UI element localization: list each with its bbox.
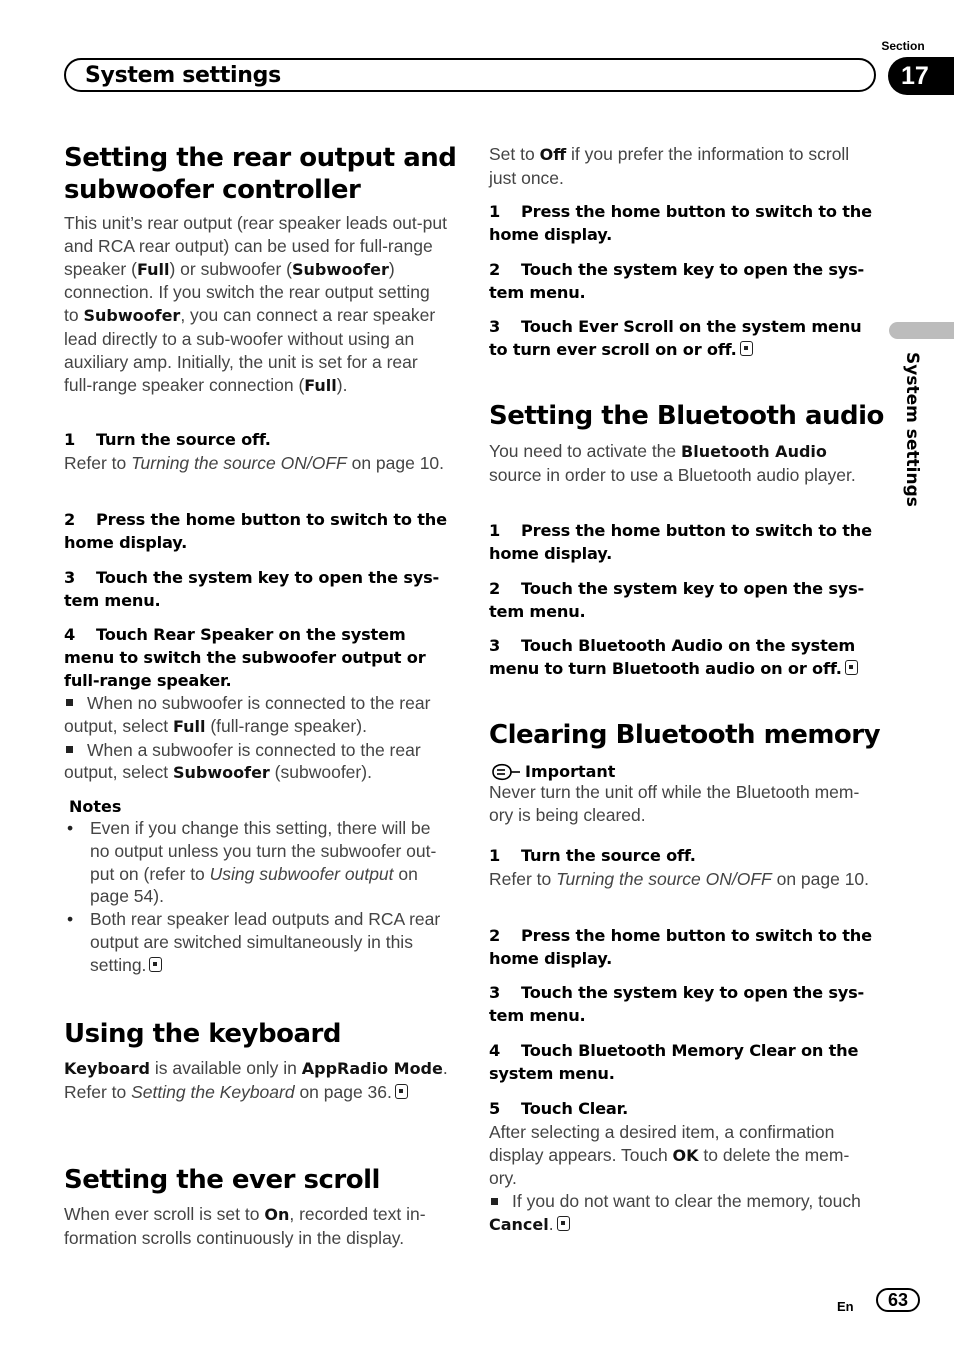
heading-bluetooth-audio: Setting the Bluetooth audio xyxy=(489,401,884,431)
notes-block: Notes • Even if you change this setting, … xyxy=(64,797,448,977)
side-tab-marker xyxy=(889,322,954,339)
step-2: 2 Touch the system key to open the sys-te… xyxy=(489,260,865,302)
heading-clearing-bluetooth-memory: Clearing Bluetooth memory xyxy=(489,720,881,750)
note-item: • Both rear speaker lead outputs and RCA … xyxy=(67,909,441,975)
step-1: 1 Turn the source off. Refer to Turning t… xyxy=(64,430,445,473)
square-bullet-icon xyxy=(66,699,73,707)
step-2: 2 Press the home button to switch to the … xyxy=(64,510,447,552)
bullet-item: When a subwoofer is connected to the rea… xyxy=(64,739,421,783)
heading-ever-scroll: Setting the ever scroll xyxy=(64,1165,380,1195)
cross-reference-link[interactable]: Turning the source ON/OFF xyxy=(556,869,772,889)
cross-reference-link[interactable]: Using subwoofer output xyxy=(210,864,394,884)
important-notice: Important Never turn the unit off while … xyxy=(489,762,860,825)
end-of-section-icon xyxy=(149,956,163,972)
step-2: 2 Press the home button to switch to the … xyxy=(489,926,872,968)
section-label: Section xyxy=(881,39,925,53)
note-item: • Even if you change this setting, there … xyxy=(67,818,437,907)
step-2: 2 Touch the system key to open the sys-te… xyxy=(489,579,865,621)
step-3: 3 Touch the system key to open the sys-te… xyxy=(64,568,440,610)
heading-rear-output: Setting the rear output and subwoofer co… xyxy=(64,143,457,205)
rear-output-intro: This unit’s rear output (rear speaker le… xyxy=(64,213,447,395)
side-tab-label: System settings xyxy=(902,352,922,507)
step-4: 4 Touch Rear Speaker on the system menu t… xyxy=(64,625,426,690)
cross-reference-link[interactable]: Setting the Keyboard xyxy=(131,1082,294,1102)
step-3: 3 Touch Bluetooth Audio on the system men… xyxy=(489,635,873,681)
end-of-section-icon xyxy=(739,340,753,356)
bullet-list: When no subwoofer is connected to the re… xyxy=(64,692,448,785)
bullet-dot-icon: • xyxy=(67,818,74,838)
page-number: 63 xyxy=(876,1288,920,1312)
cross-reference-link[interactable]: Turning the source ON/OFF xyxy=(131,453,347,473)
step-3: 3 Touch Ever Scroll on the system menu to… xyxy=(489,317,862,359)
end-of-section-icon xyxy=(556,1215,570,1231)
step-5: 5 Touch Clear. After selecting a desired … xyxy=(489,1098,873,1237)
important-hand-icon xyxy=(492,763,520,780)
bullet-item: When no subwoofer is connected to the re… xyxy=(64,693,431,736)
chapter-header-bar: System settings xyxy=(64,58,876,92)
square-bullet-icon xyxy=(66,745,73,753)
option-subwoofer: Subwoofer xyxy=(292,259,389,279)
step-1: 1 Turn the source off. Refer to Turning t… xyxy=(489,846,870,889)
end-of-section-icon xyxy=(394,1083,408,1099)
section-number-badge: 17 xyxy=(888,57,954,95)
bullet-item: If you do not want to clear the memory, … xyxy=(489,1191,861,1234)
step-3: 3 Touch the system key to open the sys-te… xyxy=(489,983,865,1025)
chapter-title: System settings xyxy=(85,62,281,88)
bluetooth-audio-intro: You need to activate the Bluetooth Audio… xyxy=(489,441,856,485)
heading-keyboard: Using the keyboard xyxy=(64,1019,341,1049)
end-of-section-icon xyxy=(844,659,858,675)
bullet-dot-icon: • xyxy=(67,909,74,930)
ever-scroll-text: When ever scroll is set to On, recorded … xyxy=(64,1204,426,1248)
notes-title: Notes xyxy=(69,797,122,816)
option-full: Full xyxy=(304,375,337,395)
step-1: 1 Press the home button to switch to the … xyxy=(489,202,872,244)
step-1: 1 Press the home button to switch to the … xyxy=(489,521,872,563)
language-label: En xyxy=(837,1299,854,1314)
step-4: 4 Touch Bluetooth Memory Clear on the sys… xyxy=(489,1041,859,1083)
square-bullet-icon xyxy=(491,1197,498,1205)
option-full: Full xyxy=(136,259,170,279)
option-subwoofer: Subwoofer xyxy=(83,306,181,326)
keyboard-text: Keyboard is available only in AppRadio M… xyxy=(64,1058,448,1102)
ever-scroll-continued: Set to Off if you prefer the information… xyxy=(489,144,850,188)
